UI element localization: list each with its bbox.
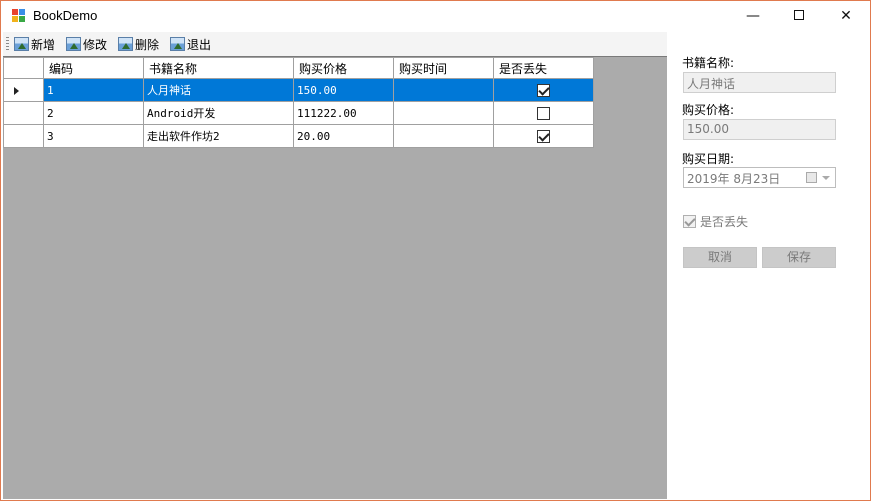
image-icon: [14, 37, 29, 51]
edit-button-label: 修改: [83, 37, 108, 52]
app-window: BookDemo — ✕ 新增 修改 删除 退出 编码 书籍名称 购买价格 购买…: [0, 0, 871, 501]
new-button[interactable]: 新增: [14, 35, 55, 53]
maximize-button[interactable]: [776, 1, 822, 31]
delete-button-label: 删除: [135, 37, 160, 52]
cell-date[interactable]: [393, 124, 494, 148]
edit-button[interactable]: 修改: [66, 35, 107, 53]
column-header-price[interactable]: 购买价格: [293, 57, 394, 79]
exit-button-label: 退出: [187, 37, 212, 52]
column-header-name[interactable]: 书籍名称: [143, 57, 294, 79]
data-grid-view[interactable]: 编码 书籍名称 购买价格 购买时间 是否丢失 1 人月神话 150.00 2 A…: [3, 56, 667, 499]
purchase-date-picker[interactable]: 2019年 8月23日: [683, 167, 836, 188]
column-header-date[interactable]: 购买时间: [393, 57, 494, 79]
image-icon: [66, 37, 81, 51]
cell-id[interactable]: 3: [43, 124, 144, 148]
header-row: 编码 书籍名称 购买价格 购买时间 是否丢失: [3, 57, 594, 79]
table-row[interactable]: 2 Android开发 111222.00: [3, 101, 594, 125]
table-row[interactable]: 3 走出软件作坊2 20.00: [3, 124, 594, 148]
book-table: 编码 书籍名称 购买价格 购买时间 是否丢失 1 人月神话 150.00 2 A…: [3, 57, 594, 148]
column-header-id[interactable]: 编码: [43, 57, 144, 79]
minimize-button[interactable]: —: [730, 1, 776, 31]
cell-lost[interactable]: [493, 101, 594, 125]
chevron-down-icon[interactable]: [822, 176, 830, 180]
delete-button[interactable]: 删除: [118, 35, 159, 53]
window-title: BookDemo: [33, 8, 98, 23]
lost-checkbox-label: 是否丢失: [700, 215, 749, 229]
cell-date[interactable]: [393, 78, 494, 102]
cell-name[interactable]: 人月神话: [143, 78, 294, 102]
lost-checkbox[interactable]: [683, 215, 696, 228]
toolbar: 新增 修改 删除 退出: [3, 32, 667, 56]
column-header-lost[interactable]: 是否丢失: [493, 57, 594, 79]
cell-lost[interactable]: [493, 78, 594, 102]
exit-button[interactable]: 退出: [170, 35, 211, 53]
cell-date[interactable]: [393, 101, 494, 125]
cell-price[interactable]: 20.00: [293, 124, 394, 148]
save-button[interactable]: 保存: [762, 247, 836, 268]
image-icon: [118, 37, 133, 51]
lost-checkbox[interactable]: [537, 83, 550, 97]
price-input[interactable]: 150.00: [683, 119, 836, 140]
lost-checkbox[interactable]: [537, 129, 550, 143]
row-header[interactable]: [3, 124, 44, 148]
title-bar[interactable]: BookDemo — ✕: [1, 1, 870, 31]
cell-name[interactable]: Android开发: [143, 101, 294, 125]
lost-checkbox-field[interactable]: 是否丢失: [683, 213, 748, 230]
cell-id[interactable]: 1: [43, 78, 144, 102]
new-button-label: 新增: [31, 37, 56, 52]
row-header[interactable]: [3, 78, 44, 102]
cell-price[interactable]: 150.00: [293, 78, 394, 102]
maximize-icon: [794, 9, 804, 20]
purchase-date-label: 购买日期:: [682, 152, 735, 166]
close-button[interactable]: ✕: [823, 1, 869, 31]
price-label: 购买价格:: [682, 103, 735, 117]
image-icon: [170, 37, 185, 51]
current-row-icon: [14, 86, 19, 95]
row-header-corner[interactable]: [3, 57, 44, 79]
cancel-button[interactable]: 取消: [683, 247, 757, 268]
calendar-icon[interactable]: [806, 172, 817, 183]
row-header[interactable]: [3, 101, 44, 125]
detail-panel: 书籍名称: 人月神话 购买价格: 150.00 购买日期: 2019年 8月23…: [667, 32, 870, 499]
table-row[interactable]: 1 人月神话 150.00: [3, 78, 594, 102]
book-name-input[interactable]: 人月神话: [683, 72, 836, 93]
toolbar-grip[interactable]: [6, 37, 9, 51]
app-icon: [12, 9, 25, 22]
cell-price[interactable]: 111222.00: [293, 101, 394, 125]
lost-checkbox[interactable]: [537, 106, 550, 120]
cell-name[interactable]: 走出软件作坊2: [143, 124, 294, 148]
cell-id[interactable]: 2: [43, 101, 144, 125]
purchase-date-value: 2019年 8月23日: [687, 172, 781, 186]
cell-lost[interactable]: [493, 124, 594, 148]
book-name-label: 书籍名称:: [682, 56, 735, 70]
